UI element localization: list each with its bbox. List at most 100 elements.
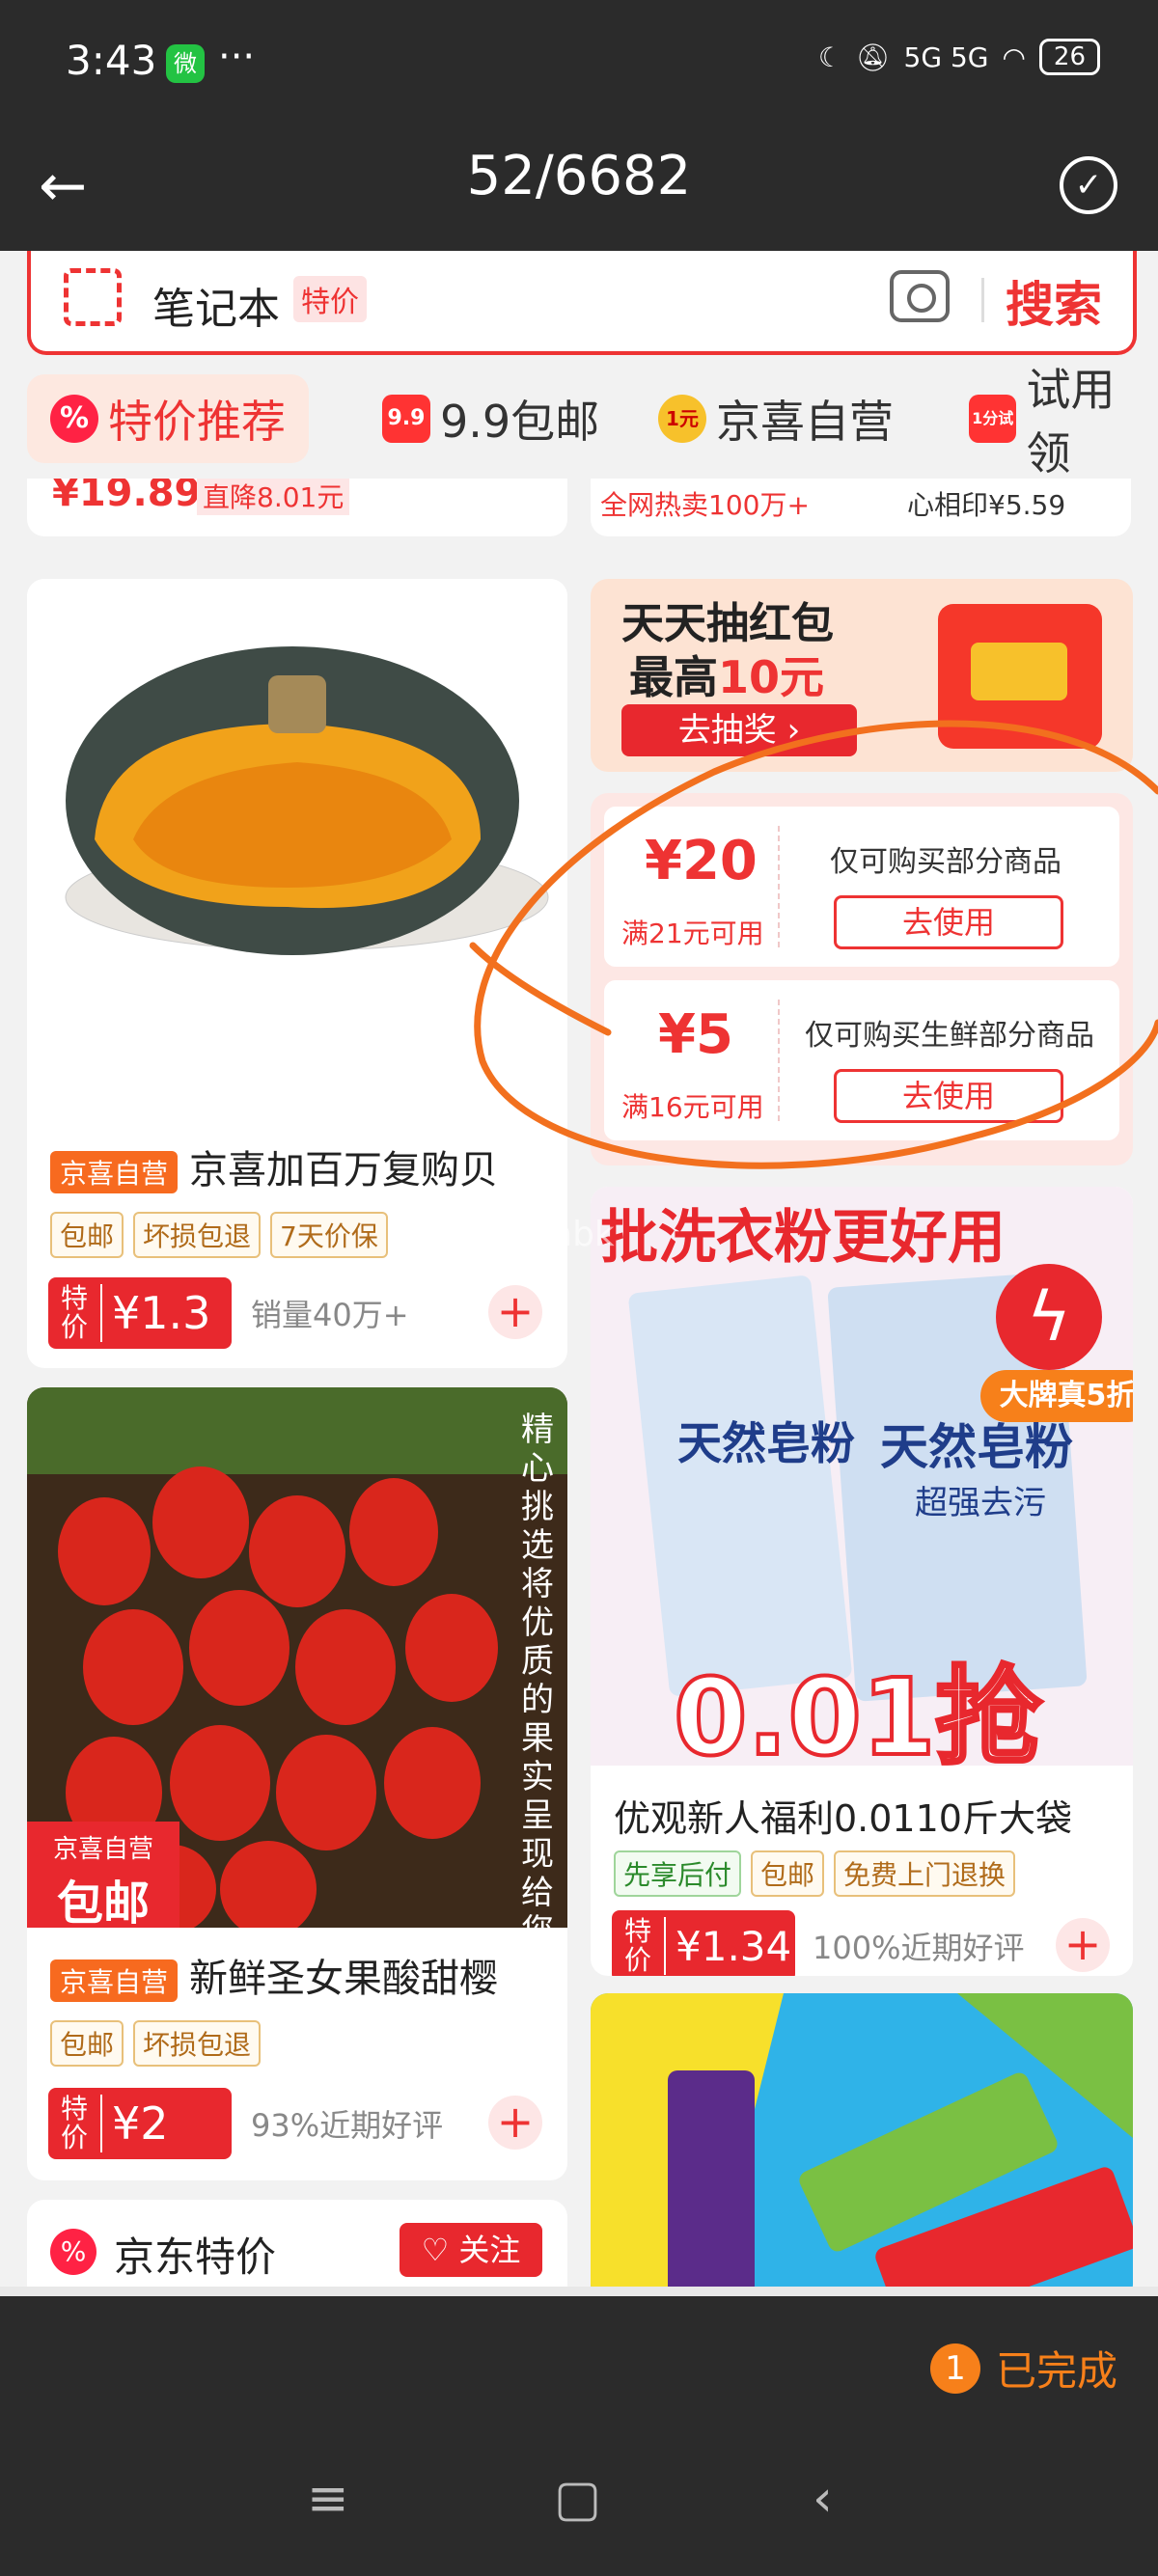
- tag: 坏损包退: [133, 2020, 262, 2067]
- price-label: 特价: [54, 2095, 102, 2152]
- done-count: 1: [929, 2343, 980, 2394]
- wechat-icon: 微: [166, 44, 205, 83]
- tag: 7天价保: [270, 1212, 388, 1258]
- hot-sales: 全网热卖100万+: [600, 489, 810, 521]
- search-bar[interactable]: 笔记本 特价 搜索: [27, 251, 1137, 355]
- lightning-icon: ϟ: [996, 1264, 1102, 1370]
- image-overlay-text: 精心挑选将优质的果实呈现给您: [521, 1411, 554, 1951]
- tab-label: 京喜自营: [716, 396, 894, 448]
- scan-icon[interactable]: [64, 268, 122, 326]
- price-cut: 直降8.01元: [197, 479, 350, 515]
- price-tag-icon: 9.9: [382, 395, 430, 443]
- screenshot-content: 笔记本 特价 搜索 % 特价推荐 9.9 9.9包邮 1元 京喜自营 1分试 试…: [0, 251, 1158, 2296]
- back-nav-icon[interactable]: ‹: [813, 2470, 833, 2528]
- watermark: 亚当新mbk: [434, 1215, 615, 1254]
- store-badge: 京喜自营: [50, 1959, 179, 2002]
- signal-icon: 5G 5G: [903, 41, 989, 73]
- annotation-circle: [469, 720, 1158, 1169]
- tab-label: 特价推荐: [108, 396, 286, 448]
- product-image: 批洗衣粉更好用 天然皂粉 天然皂粉 超强去污 0.01抢 ϟ 大牌真5折: [591, 1187, 1133, 1781]
- product-image: [591, 1993, 1133, 2296]
- gift-bag-icon: 1分试: [969, 395, 1017, 443]
- partial-product-card[interactable]: 全网热卖100万+ 心相印¥5.59: [591, 479, 1131, 536]
- product-card[interactable]: [591, 1993, 1133, 2296]
- banner-headline: 批洗衣粉更好用: [600, 1204, 1006, 1272]
- tab-free-shipping[interactable]: 9.9 9.9包邮: [382, 374, 599, 463]
- done-label: 已完成: [995, 2347, 1117, 2395]
- price-box: 特价 ¥2: [48, 2088, 232, 2159]
- tab-special-recommend[interactable]: % 特价推荐: [27, 374, 309, 463]
- select-check-icon[interactable]: ✓: [1060, 156, 1117, 214]
- product-card[interactable]: 精心挑选将优质的果实呈现给您 京喜自营 包邮 京喜自营 新鲜圣女果酸甜樱 包邮 坏…: [27, 1387, 567, 2180]
- overlay-badge-top: 京喜自营: [52, 1835, 153, 1864]
- product-brand-price: 心相印¥5.59: [907, 489, 1066, 521]
- tag: 免费上门退换: [834, 1850, 1016, 1897]
- bag-brand: 天然皂粉: [677, 1417, 855, 1469]
- wifi-icon: ◠: [1002, 41, 1026, 73]
- percent-icon: %: [50, 395, 98, 443]
- add-to-cart-icon[interactable]: +: [1056, 1918, 1110, 1972]
- bag-subtitle: 超强去污: [915, 1484, 1046, 1522]
- product-card[interactable]: 批洗衣粉更好用 天然皂粉 天然皂粉 超强去污 0.01抢 ϟ 大牌真5折 优观新…: [591, 1187, 1133, 1976]
- tab-label: 试用领: [1026, 364, 1116, 480]
- tag: 包邮: [50, 1212, 124, 1258]
- coin-icon: 1元: [658, 395, 706, 443]
- price-value: ¥1.3: [112, 1287, 211, 1339]
- divider: [981, 278, 984, 322]
- discount-tag: 大牌真5折: [980, 1370, 1133, 1422]
- search-input[interactable]: 笔记本: [152, 274, 280, 336]
- tag-list: 包邮 坏损包退 7天价保: [50, 1212, 388, 1258]
- partial-product-card[interactable]: ¥19.89 直降8.01元: [27, 479, 567, 536]
- add-to-cart-icon[interactable]: +: [488, 2096, 542, 2150]
- tab-label: 9.9包邮: [440, 396, 600, 448]
- price-label: 特价: [54, 1284, 102, 1342]
- banner-price: 0.01抢: [672, 1654, 1043, 1781]
- more-notifications-icon: ···: [218, 35, 256, 79]
- status-time: 3:43: [66, 37, 157, 84]
- battery-icon: 26: [1038, 39, 1100, 75]
- tag: 坏损包退: [133, 1212, 262, 1258]
- product-title-text: 京喜加百万复购贝: [189, 1148, 499, 1192]
- product-title: 京喜自营 京喜加百万复购贝: [27, 1138, 498, 1194]
- image-counter: 52/6682: [466, 145, 692, 207]
- product-title-text: 新鲜圣女果酸甜樱: [189, 1957, 499, 2001]
- status-indicators: ☾ 🔕︎ 5G 5G ◠ 26: [818, 39, 1100, 75]
- tabbar-edge: [0, 2287, 1158, 2296]
- search-badge: 特价: [293, 276, 367, 322]
- moon-icon: ☾: [817, 41, 842, 73]
- overlay-badge-main: 包邮: [56, 1877, 150, 1931]
- banner-title: 天天抽红包: [621, 599, 834, 648]
- camera-icon[interactable]: [890, 270, 950, 322]
- mute-icon: 🔕︎: [855, 41, 891, 73]
- done-indicator[interactable]: 1 已完成: [929, 2339, 1117, 2398]
- sales-count: 93%近期好评: [251, 2107, 444, 2144]
- category-tabs: % 特价推荐 9.9 9.9包邮 1元 京喜自营 1分试 试用领: [0, 364, 1158, 480]
- price-box: 特价 ¥1.3: [48, 1277, 232, 1349]
- price-label: 特价: [618, 1917, 666, 1975]
- image-overlay-badge: 京喜自营 包邮: [27, 1822, 179, 1931]
- tag: 包邮: [751, 1850, 825, 1897]
- product-title: 优观新人福利0.0110斤大袋: [614, 1797, 1072, 1840]
- follow-label: 关注: [458, 2232, 521, 2268]
- sales-count: 销量40万+: [251, 1297, 409, 1333]
- tag-list: 包邮 坏损包退: [50, 2020, 262, 2067]
- home-nav-icon[interactable]: ▢: [554, 2470, 601, 2528]
- price: ¥19.89: [52, 479, 202, 515]
- tag: 包邮: [50, 2020, 124, 2067]
- store-badge: 京喜自营: [50, 1151, 179, 1193]
- search-button[interactable]: 搜索: [1006, 266, 1102, 336]
- tab-trial[interactable]: 1分试 试用领: [969, 364, 1158, 480]
- add-to-cart-icon[interactable]: +: [488, 1285, 542, 1339]
- product-title: 京喜自营 新鲜圣女果酸甜樱: [27, 1947, 498, 2003]
- sales-count: 100%近期好评: [813, 1930, 1025, 1966]
- tag: 先享后付: [614, 1850, 742, 1897]
- follow-button[interactable]: ♡ 关注: [400, 2223, 542, 2277]
- tag-list: 先享后付 包邮 免费上门退换: [614, 1850, 1016, 1897]
- section-title: 京东特价: [114, 2233, 277, 2281]
- menu-nav-icon[interactable]: ≡: [307, 2470, 349, 2528]
- price-box: 特价 ¥1.34: [612, 1910, 795, 1976]
- fire-icon: %: [50, 2229, 96, 2275]
- price-value: ¥2: [112, 2097, 169, 2150]
- tab-jingxi-self[interactable]: 1元 京喜自营: [658, 374, 894, 463]
- jd-section-header: % 京东特价 ♡ 关注: [27, 2200, 567, 2296]
